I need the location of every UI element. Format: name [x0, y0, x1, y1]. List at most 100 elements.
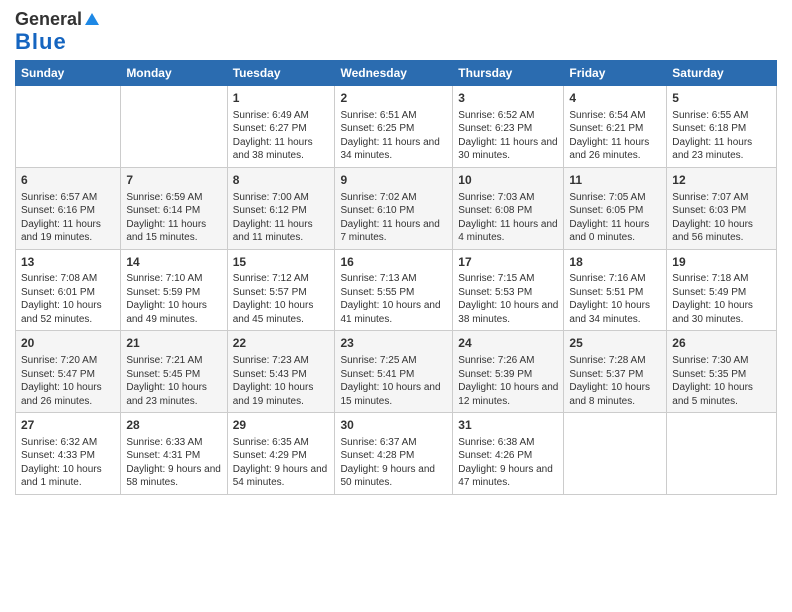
- week-row-4: 20 Sunrise: 7:20 AM Sunset: 5:47 PM Dayli…: [16, 331, 777, 413]
- day-number: 2: [340, 90, 447, 107]
- day-content: Sunrise: 6:37 AM Sunset: 4:28 PM Dayligh…: [340, 436, 447, 490]
- calendar-cell: 11 Sunrise: 7:05 AM Sunset: 6:05 PM Dayli…: [564, 167, 667, 249]
- day-content: Sunrise: 6:32 AM Sunset: 4:33 PM Dayligh…: [21, 436, 115, 490]
- day-number: 4: [569, 90, 661, 107]
- day-number: 18: [569, 254, 661, 271]
- day-header-sunday: Sunday: [16, 60, 121, 85]
- day-number: 16: [340, 254, 447, 271]
- calendar-cell: 25 Sunrise: 7:28 AM Sunset: 5:37 PM Dayli…: [564, 331, 667, 413]
- calendar-cell: 22Sunrise: 7:23 AM Sunset: 5:43 PM Dayli…: [227, 331, 335, 413]
- calendar-cell: 15Sunrise: 7:12 AM Sunset: 5:57 PM Dayli…: [227, 249, 335, 331]
- calendar-cell: 6 Sunrise: 6:57 AM Sunset: 6:16 PM Daylig…: [16, 167, 121, 249]
- calendar-cell: 7 Sunrise: 6:59 AM Sunset: 6:14 PM Daylig…: [121, 167, 227, 249]
- day-number: 6: [21, 172, 115, 189]
- calendar-cell: 19Sunrise: 7:18 AM Sunset: 5:49 PM Dayli…: [667, 249, 777, 331]
- calendar-cell: 29 Sunrise: 6:35 AM Sunset: 4:29 PM Dayli…: [227, 413, 335, 495]
- calendar-cell: 21 Sunrise: 7:21 AM Sunset: 5:45 PM Dayli…: [121, 331, 227, 413]
- logo-blue: Blue: [15, 30, 67, 54]
- day-number: 9: [340, 172, 447, 189]
- calendar-cell: 13Sunrise: 7:08 AM Sunset: 6:01 PM Dayli…: [16, 249, 121, 331]
- day-number: 28: [126, 417, 221, 434]
- week-row-2: 6 Sunrise: 6:57 AM Sunset: 6:16 PM Daylig…: [16, 167, 777, 249]
- logo-general: General: [15, 9, 82, 29]
- calendar-cell: 1 Sunrise: 6:49 AM Sunset: 6:27 PM Daylig…: [227, 85, 335, 167]
- calendar-cell: 9 Sunrise: 7:02 AM Sunset: 6:10 PM Daylig…: [335, 167, 453, 249]
- day-content: Sunrise: 6:49 AM Sunset: 6:27 PM Dayligh…: [233, 109, 330, 163]
- calendar-header-row: SundayMondayTuesdayWednesdayThursdayFrid…: [16, 60, 777, 85]
- day-number: 7: [126, 172, 221, 189]
- day-content: Sunrise: 7:21 AM Sunset: 5:45 PM Dayligh…: [126, 354, 221, 408]
- day-number: 5: [672, 90, 771, 107]
- day-content: Sunrise: 6:38 AM Sunset: 4:26 PM Dayligh…: [458, 436, 558, 490]
- day-number: 27: [21, 417, 115, 434]
- day-number: 13: [21, 254, 115, 271]
- calendar-cell: 4 Sunrise: 6:54 AM Sunset: 6:21 PM Daylig…: [564, 85, 667, 167]
- day-content: Sunrise: 6:54 AM Sunset: 6:21 PM Dayligh…: [569, 109, 661, 163]
- day-number: 30: [340, 417, 447, 434]
- day-number: 23: [340, 335, 447, 352]
- day-number: 15: [233, 254, 330, 271]
- day-number: 12: [672, 172, 771, 189]
- calendar-cell: 31 Sunrise: 6:38 AM Sunset: 4:26 PM Dayli…: [453, 413, 564, 495]
- calendar-cell: 17Sunrise: 7:15 AM Sunset: 5:53 PM Dayli…: [453, 249, 564, 331]
- day-content: Sunrise: 7:07 AM Sunset: 6:03 PM Dayligh…: [672, 191, 771, 245]
- day-content: Sunrise: 7:05 AM Sunset: 6:05 PM Dayligh…: [569, 191, 661, 245]
- calendar-cell: 18Sunrise: 7:16 AM Sunset: 5:51 PM Dayli…: [564, 249, 667, 331]
- day-number: 20: [21, 335, 115, 352]
- day-content: Sunrise: 6:57 AM Sunset: 6:16 PM Dayligh…: [21, 191, 115, 245]
- day-content: Sunrise: 6:35 AM Sunset: 4:29 PM Dayligh…: [233, 436, 330, 490]
- day-number: 21: [126, 335, 221, 352]
- calendar-cell: 3Sunrise: 6:52 AM Sunset: 6:23 PM Daylig…: [453, 85, 564, 167]
- calendar-cell: 16Sunrise: 7:13 AM Sunset: 5:55 PM Dayli…: [335, 249, 453, 331]
- calendar-cell: [121, 85, 227, 167]
- calendar-cell: 30 Sunrise: 6:37 AM Sunset: 4:28 PM Dayli…: [335, 413, 453, 495]
- day-content: Sunrise: 7:28 AM Sunset: 5:37 PM Dayligh…: [569, 354, 661, 408]
- calendar-cell: 10Sunrise: 7:03 AM Sunset: 6:08 PM Dayli…: [453, 167, 564, 249]
- calendar-cell: 28 Sunrise: 6:33 AM Sunset: 4:31 PM Dayli…: [121, 413, 227, 495]
- day-content: Sunrise: 7:26 AM Sunset: 5:39 PM Dayligh…: [458, 354, 558, 408]
- day-number: 11: [569, 172, 661, 189]
- day-header-monday: Monday: [121, 60, 227, 85]
- calendar-cell: 14Sunrise: 7:10 AM Sunset: 5:59 PM Dayli…: [121, 249, 227, 331]
- day-content: Sunrise: 7:02 AM Sunset: 6:10 PM Dayligh…: [340, 191, 447, 245]
- day-number: 26: [672, 335, 771, 352]
- day-content: Sunrise: 7:15 AM Sunset: 5:53 PM Dayligh…: [458, 272, 558, 326]
- calendar-cell: [564, 413, 667, 495]
- day-content: Sunrise: 7:08 AM Sunset: 6:01 PM Dayligh…: [21, 272, 115, 326]
- day-content: Sunrise: 7:00 AM Sunset: 6:12 PM Dayligh…: [233, 191, 330, 245]
- logo-icon: [83, 11, 101, 29]
- day-content: Sunrise: 7:20 AM Sunset: 5:47 PM Dayligh…: [21, 354, 115, 408]
- calendar-cell: 27 Sunrise: 6:32 AM Sunset: 4:33 PM Dayli…: [16, 413, 121, 495]
- week-row-5: 27 Sunrise: 6:32 AM Sunset: 4:33 PM Dayli…: [16, 413, 777, 495]
- day-content: Sunrise: 7:13 AM Sunset: 5:55 PM Dayligh…: [340, 272, 447, 326]
- day-number: 31: [458, 417, 558, 434]
- day-number: 29: [233, 417, 330, 434]
- page: General Blue SundayMondayTuesdayWednesda…: [0, 0, 792, 612]
- day-content: Sunrise: 6:59 AM Sunset: 6:14 PM Dayligh…: [126, 191, 221, 245]
- calendar-cell: 12 Sunrise: 7:07 AM Sunset: 6:03 PM Dayli…: [667, 167, 777, 249]
- calendar-cell: [16, 85, 121, 167]
- day-number: 1: [233, 90, 330, 107]
- day-content: Sunrise: 6:33 AM Sunset: 4:31 PM Dayligh…: [126, 436, 221, 490]
- day-content: Sunrise: 7:16 AM Sunset: 5:51 PM Dayligh…: [569, 272, 661, 326]
- day-content: Sunrise: 7:12 AM Sunset: 5:57 PM Dayligh…: [233, 272, 330, 326]
- header: General Blue: [15, 10, 777, 54]
- day-content: Sunrise: 7:25 AM Sunset: 5:41 PM Dayligh…: [340, 354, 447, 408]
- calendar-table: SundayMondayTuesdayWednesdayThursdayFrid…: [15, 60, 777, 495]
- day-number: 8: [233, 172, 330, 189]
- calendar-cell: 20 Sunrise: 7:20 AM Sunset: 5:47 PM Dayli…: [16, 331, 121, 413]
- calendar-cell: 26 Sunrise: 7:30 AM Sunset: 5:35 PM Dayli…: [667, 331, 777, 413]
- day-content: Sunrise: 7:30 AM Sunset: 5:35 PM Dayligh…: [672, 354, 771, 408]
- day-content: Sunrise: 6:52 AM Sunset: 6:23 PM Dayligh…: [458, 109, 558, 163]
- calendar-cell: 5Sunrise: 6:55 AM Sunset: 6:18 PM Daylig…: [667, 85, 777, 167]
- week-row-3: 13Sunrise: 7:08 AM Sunset: 6:01 PM Dayli…: [16, 249, 777, 331]
- calendar-cell: 2 Sunrise: 6:51 AM Sunset: 6:25 PM Daylig…: [335, 85, 453, 167]
- logo: General Blue: [15, 10, 102, 54]
- day-number: 25: [569, 335, 661, 352]
- logo-text: General: [15, 10, 102, 30]
- day-content: Sunrise: 6:51 AM Sunset: 6:25 PM Dayligh…: [340, 109, 447, 163]
- week-row-1: 1 Sunrise: 6:49 AM Sunset: 6:27 PM Daylig…: [16, 85, 777, 167]
- day-header-friday: Friday: [564, 60, 667, 85]
- day-content: Sunrise: 7:23 AM Sunset: 5:43 PM Dayligh…: [233, 354, 330, 408]
- day-number: 10: [458, 172, 558, 189]
